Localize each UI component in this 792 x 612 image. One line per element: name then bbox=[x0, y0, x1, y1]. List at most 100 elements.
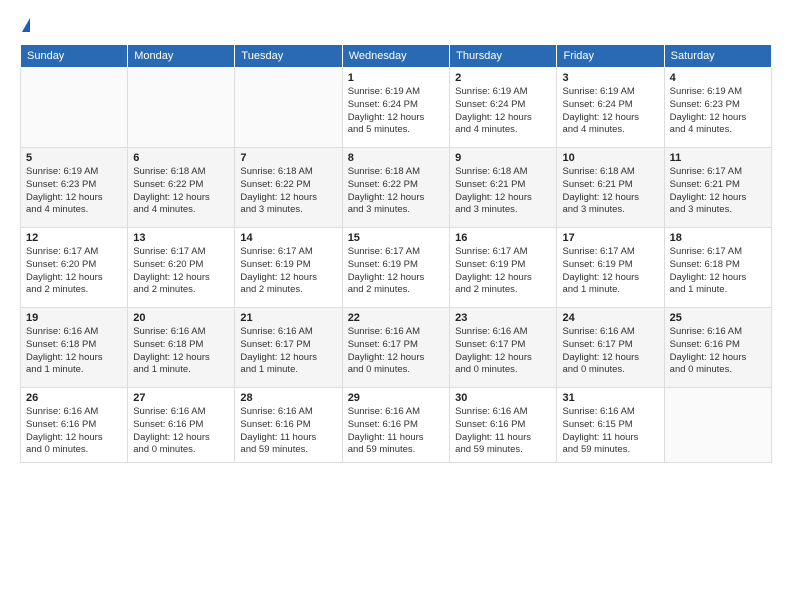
calendar-cell: 6 Sunrise: 6:18 AM Sunset: 6:22 PM Daylig… bbox=[128, 148, 235, 228]
weekday-header-monday: Monday bbox=[128, 45, 235, 68]
calendar-cell: 11 Sunrise: 6:17 AM Sunset: 6:21 PM Dayli… bbox=[664, 148, 771, 228]
day-info: Sunrise: 6:19 AM Sunset: 6:24 PM Dayligh… bbox=[455, 86, 551, 137]
weekday-header-wednesday: Wednesday bbox=[342, 45, 449, 68]
calendar-week-row: 5 Sunrise: 6:19 AM Sunset: 6:23 PM Daylig… bbox=[21, 148, 772, 228]
calendar-table: SundayMondayTuesdayWednesdayThursdayFrid… bbox=[20, 44, 772, 463]
page-container: SundayMondayTuesdayWednesdayThursdayFrid… bbox=[0, 0, 792, 473]
calendar-cell: 31 Sunrise: 6:16 AM Sunset: 6:15 PM Dayli… bbox=[557, 388, 664, 463]
day-info: Sunrise: 6:18 AM Sunset: 6:22 PM Dayligh… bbox=[133, 166, 229, 217]
day-info: Sunrise: 6:18 AM Sunset: 6:22 PM Dayligh… bbox=[240, 166, 336, 217]
day-number: 11 bbox=[670, 152, 766, 164]
day-info: Sunrise: 6:16 AM Sunset: 6:17 PM Dayligh… bbox=[455, 326, 551, 377]
day-number: 3 bbox=[562, 72, 658, 84]
day-number: 1 bbox=[348, 72, 444, 84]
calendar-cell: 28Sunrise: 6:16 AM Sunset: 6:16 PM Dayli… bbox=[235, 388, 342, 463]
day-info: Sunrise: 6:19 AM Sunset: 6:24 PM Dayligh… bbox=[562, 86, 658, 137]
calendar-cell: 4 Sunrise: 6:19 AM Sunset: 6:23 PM Daylig… bbox=[664, 68, 771, 148]
calendar-week-row: 26 Sunrise: 6:16 AM Sunset: 6:16 PM Dayli… bbox=[21, 388, 772, 463]
day-info: Sunrise: 6:19 AM Sunset: 6:23 PM Dayligh… bbox=[670, 86, 766, 137]
day-number: 16 bbox=[455, 232, 551, 244]
day-info: Sunrise: 6:16 AM Sunset: 6:15 PM Dayligh… bbox=[562, 406, 658, 457]
day-number: 18 bbox=[670, 232, 766, 244]
calendar-cell: 29 Sunrise: 6:16 AM Sunset: 6:16 PM Dayli… bbox=[342, 388, 449, 463]
calendar-cell: 19 Sunrise: 6:16 AM Sunset: 6:18 PM Dayli… bbox=[21, 308, 128, 388]
calendar-cell bbox=[664, 388, 771, 463]
day-number: 26 bbox=[26, 392, 122, 404]
day-info: Sunrise: 6:16 AM Sunset: 6:18 PM Dayligh… bbox=[26, 326, 122, 377]
day-number: 20 bbox=[133, 312, 229, 324]
day-info: Sunrise: 6:19 AM Sunset: 6:23 PM Dayligh… bbox=[26, 166, 122, 217]
day-number: 19 bbox=[26, 312, 122, 324]
calendar-cell: 27 Sunrise: 6:16 AM Sunset: 6:16 PM Dayli… bbox=[128, 388, 235, 463]
calendar-cell: 18 Sunrise: 6:17 AM Sunset: 6:18 PM Dayli… bbox=[664, 228, 771, 308]
calendar-week-row: 1 Sunrise: 6:19 AM Sunset: 6:24 PM Daylig… bbox=[21, 68, 772, 148]
weekday-header-saturday: Saturday bbox=[664, 45, 771, 68]
calendar-cell: 26 Sunrise: 6:16 AM Sunset: 6:16 PM Dayli… bbox=[21, 388, 128, 463]
weekday-header-friday: Friday bbox=[557, 45, 664, 68]
day-number: 10 bbox=[562, 152, 658, 164]
day-number: 31 bbox=[562, 392, 658, 404]
day-info: Sunrise: 6:17 AM Sunset: 6:20 PM Dayligh… bbox=[133, 246, 229, 297]
day-number: 2 bbox=[455, 72, 551, 84]
header bbox=[20, 18, 772, 34]
calendar-cell: 1Sunrise: 6:19 AM Sunset: 6:24 PM Daylig… bbox=[342, 68, 449, 148]
calendar-cell: 15Sunrise: 6:17 AM Sunset: 6:19 PM Dayli… bbox=[342, 228, 449, 308]
day-number: 5 bbox=[26, 152, 122, 164]
day-number: 7 bbox=[240, 152, 336, 164]
day-info: Sunrise: 6:16 AM Sunset: 6:16 PM Dayligh… bbox=[133, 406, 229, 457]
day-number: 21 bbox=[240, 312, 336, 324]
day-number: 30 bbox=[455, 392, 551, 404]
calendar-week-row: 19 Sunrise: 6:16 AM Sunset: 6:18 PM Dayli… bbox=[21, 308, 772, 388]
day-number: 12 bbox=[26, 232, 122, 244]
calendar-cell: 20 Sunrise: 6:16 AM Sunset: 6:18 PM Dayli… bbox=[128, 308, 235, 388]
day-number: 8 bbox=[348, 152, 444, 164]
day-number: 4 bbox=[670, 72, 766, 84]
day-info: Sunrise: 6:17 AM Sunset: 6:21 PM Dayligh… bbox=[670, 166, 766, 217]
day-number: 28 bbox=[240, 392, 336, 404]
calendar-cell: 16 Sunrise: 6:17 AM Sunset: 6:19 PM Dayli… bbox=[450, 228, 557, 308]
weekday-header-row: SundayMondayTuesdayWednesdayThursdayFrid… bbox=[21, 45, 772, 68]
calendar-cell: 3 Sunrise: 6:19 AM Sunset: 6:24 PM Daylig… bbox=[557, 68, 664, 148]
day-info: Sunrise: 6:16 AM Sunset: 6:17 PM Dayligh… bbox=[562, 326, 658, 377]
day-number: 6 bbox=[133, 152, 229, 164]
calendar-cell: 17 Sunrise: 6:17 AM Sunset: 6:19 PM Dayli… bbox=[557, 228, 664, 308]
day-info: Sunrise: 6:16 AM Sunset: 6:17 PM Dayligh… bbox=[240, 326, 336, 377]
day-number: 13 bbox=[133, 232, 229, 244]
calendar-cell: 2 Sunrise: 6:19 AM Sunset: 6:24 PM Daylig… bbox=[450, 68, 557, 148]
day-info: Sunrise: 6:16 AM Sunset: 6:17 PM Dayligh… bbox=[348, 326, 444, 377]
day-number: 29 bbox=[348, 392, 444, 404]
day-info: Sunrise: 6:17 AM Sunset: 6:19 PM Dayligh… bbox=[240, 246, 336, 297]
calendar-cell: 30 Sunrise: 6:16 AM Sunset: 6:16 PM Dayli… bbox=[450, 388, 557, 463]
calendar-week-row: 12 Sunrise: 6:17 AM Sunset: 6:20 PM Dayli… bbox=[21, 228, 772, 308]
logo-triangle-icon bbox=[22, 18, 30, 32]
day-info: Sunrise: 6:16 AM Sunset: 6:16 PM Dayligh… bbox=[670, 326, 766, 377]
calendar-cell: 9 Sunrise: 6:18 AM Sunset: 6:21 PM Daylig… bbox=[450, 148, 557, 228]
day-info: Sunrise: 6:18 AM Sunset: 6:21 PM Dayligh… bbox=[562, 166, 658, 217]
day-info: Sunrise: 6:17 AM Sunset: 6:19 PM Dayligh… bbox=[455, 246, 551, 297]
day-number: 9 bbox=[455, 152, 551, 164]
logo bbox=[20, 18, 30, 34]
day-info: Sunrise: 6:16 AM Sunset: 6:16 PM Dayligh… bbox=[348, 406, 444, 457]
day-info: Sunrise: 6:17 AM Sunset: 6:19 PM Dayligh… bbox=[348, 246, 444, 297]
day-number: 24 bbox=[562, 312, 658, 324]
day-number: 23 bbox=[455, 312, 551, 324]
calendar-cell: 8Sunrise: 6:18 AM Sunset: 6:22 PM Daylig… bbox=[342, 148, 449, 228]
weekday-header-tuesday: Tuesday bbox=[235, 45, 342, 68]
weekday-header-sunday: Sunday bbox=[21, 45, 128, 68]
calendar-cell bbox=[235, 68, 342, 148]
day-info: Sunrise: 6:17 AM Sunset: 6:18 PM Dayligh… bbox=[670, 246, 766, 297]
calendar-cell bbox=[128, 68, 235, 148]
day-info: Sunrise: 6:18 AM Sunset: 6:21 PM Dayligh… bbox=[455, 166, 551, 217]
calendar-cell: 21 Sunrise: 6:16 AM Sunset: 6:17 PM Dayli… bbox=[235, 308, 342, 388]
calendar-cell: 22Sunrise: 6:16 AM Sunset: 6:17 PM Dayli… bbox=[342, 308, 449, 388]
calendar-cell: 23 Sunrise: 6:16 AM Sunset: 6:17 PM Dayli… bbox=[450, 308, 557, 388]
day-info: Sunrise: 6:16 AM Sunset: 6:18 PM Dayligh… bbox=[133, 326, 229, 377]
day-info: Sunrise: 6:16 AM Sunset: 6:16 PM Dayligh… bbox=[455, 406, 551, 457]
day-number: 27 bbox=[133, 392, 229, 404]
day-info: Sunrise: 6:16 AM Sunset: 6:16 PM Dayligh… bbox=[26, 406, 122, 457]
calendar-cell: 14Sunrise: 6:17 AM Sunset: 6:19 PM Dayli… bbox=[235, 228, 342, 308]
day-info: Sunrise: 6:17 AM Sunset: 6:19 PM Dayligh… bbox=[562, 246, 658, 297]
calendar-cell: 10 Sunrise: 6:18 AM Sunset: 6:21 PM Dayli… bbox=[557, 148, 664, 228]
day-info: Sunrise: 6:17 AM Sunset: 6:20 PM Dayligh… bbox=[26, 246, 122, 297]
day-number: 17 bbox=[562, 232, 658, 244]
